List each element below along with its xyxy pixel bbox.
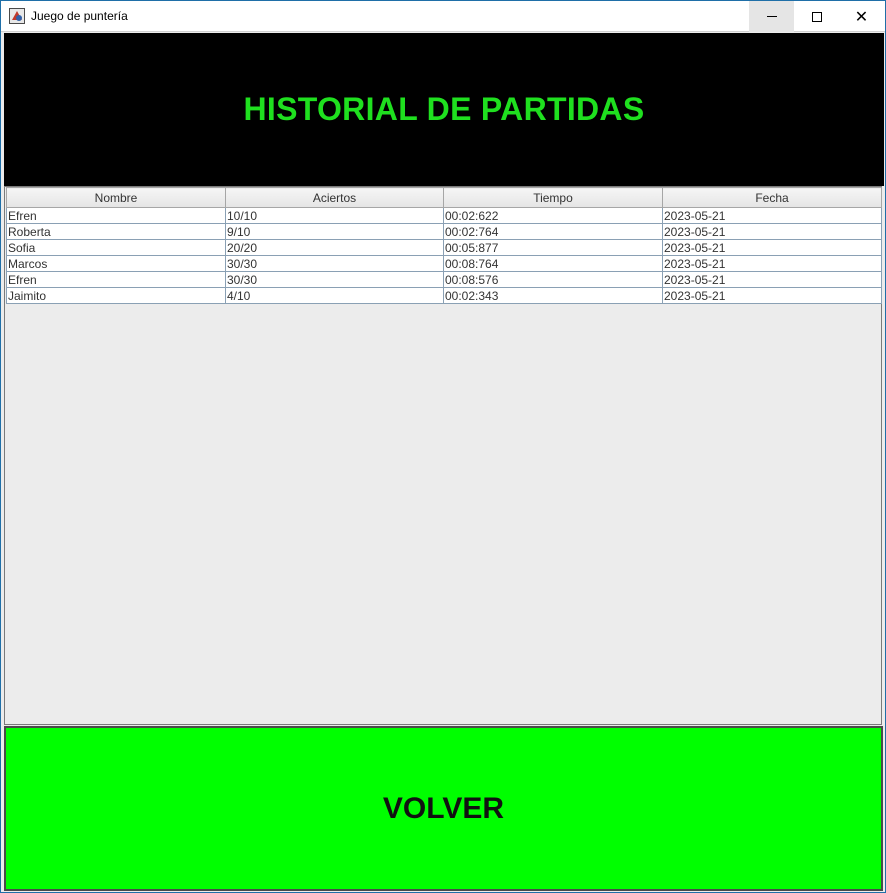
close-button[interactable]: ✕ (839, 1, 884, 32)
column-header-aciertos[interactable]: Aciertos (225, 187, 444, 208)
cell-fecha[interactable]: 2023-05-21 (662, 207, 882, 224)
title-bar[interactable]: Juego de puntería ✕ (1, 1, 885, 32)
cell-tiempo[interactable]: 00:08:764 (443, 255, 663, 272)
close-icon: ✕ (854, 6, 869, 26)
header-banner: HISTORIAL DE PARTIDAS (4, 33, 884, 186)
volver-button-label: VOLVER (382, 791, 505, 825)
cell-aciertos[interactable]: 30/30 (225, 255, 444, 272)
cell-tiempo[interactable]: 00:02:764 (443, 223, 663, 240)
cell-fecha[interactable]: 2023-05-21 (662, 287, 882, 304)
cell-nombre[interactable]: Efren (6, 207, 226, 224)
cell-nombre[interactable]: Sofia (6, 239, 226, 256)
app-window: Juego de puntería ✕ HISTORIAL DE PARTIDA… (0, 0, 886, 893)
maximize-icon (811, 11, 822, 22)
cell-nombre[interactable]: Efren (6, 271, 226, 288)
table-row[interactable]: Efren 30/30 00:08:576 2023-05-21 (6, 271, 882, 288)
cell-aciertos[interactable]: 30/30 (225, 271, 444, 288)
cell-tiempo[interactable]: 00:02:622 (443, 207, 663, 224)
table-row[interactable]: Jaimito 4/10 00:02:343 2023-05-21 (6, 287, 882, 304)
cell-fecha[interactable]: 2023-05-21 (662, 223, 882, 240)
cell-tiempo[interactable]: 00:05:877 (443, 239, 663, 256)
table-header-row: Nombre Aciertos Tiempo Fecha (6, 187, 882, 208)
cell-fecha[interactable]: 2023-05-21 (662, 255, 882, 272)
volver-button[interactable]: VOLVER (4, 726, 883, 891)
page-title: HISTORIAL DE PARTIDAS (243, 91, 645, 127)
cell-tiempo[interactable]: 00:02:343 (443, 287, 663, 304)
cell-nombre[interactable]: Roberta (6, 223, 226, 240)
column-header-nombre[interactable]: Nombre (6, 187, 226, 208)
table-row[interactable]: Efren 10/10 00:02:622 2023-05-21 (6, 207, 882, 224)
table-row[interactable]: Marcos 30/30 00:08:764 2023-05-21 (6, 255, 882, 272)
cell-aciertos[interactable]: 10/10 (225, 207, 444, 224)
table-row[interactable]: Roberta 9/10 00:02:764 2023-05-21 (6, 223, 882, 240)
cell-fecha[interactable]: 2023-05-21 (662, 271, 882, 288)
cell-aciertos[interactable]: 4/10 (225, 287, 444, 304)
history-table-panel[interactable]: Nombre Aciertos Tiempo Fecha Efren 10/10 0… (4, 186, 882, 725)
cell-tiempo[interactable]: 00:08:576 (443, 271, 663, 288)
column-header-fecha[interactable]: Fecha (662, 187, 882, 208)
history-table[interactable]: Nombre Aciertos Tiempo Fecha Efren 10/10 0… (6, 187, 882, 304)
window-title: Juego de puntería (31, 9, 128, 23)
minimize-button[interactable] (749, 1, 794, 32)
cell-nombre[interactable]: Jaimito (6, 287, 226, 304)
minimize-icon (766, 16, 777, 17)
cell-fecha[interactable]: 2023-05-21 (662, 239, 882, 256)
column-header-tiempo[interactable]: Tiempo (443, 187, 663, 208)
cell-aciertos[interactable]: 20/20 (225, 239, 444, 256)
cell-nombre[interactable]: Marcos (6, 255, 226, 272)
table-row[interactable]: Sofia 20/20 00:05:877 2023-05-21 (6, 239, 882, 256)
cell-aciertos[interactable]: 9/10 (225, 223, 444, 240)
maximize-button[interactable] (794, 1, 839, 32)
app-icon (9, 8, 25, 24)
